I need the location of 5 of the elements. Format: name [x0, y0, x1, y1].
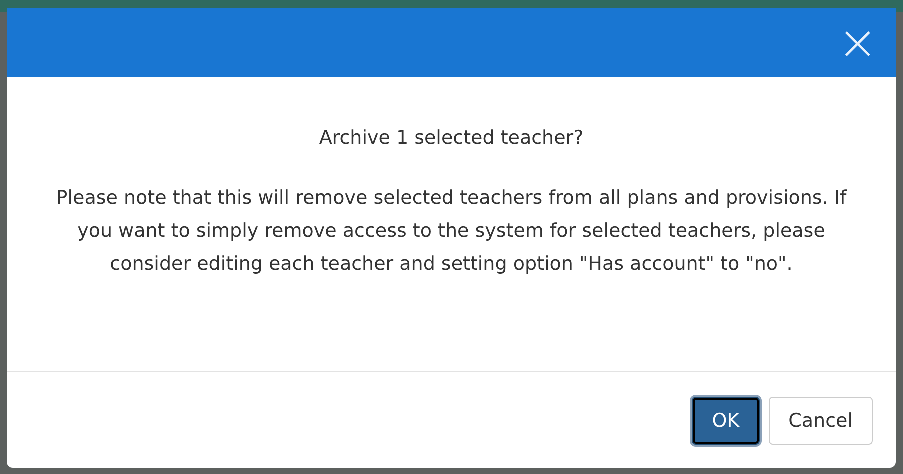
dialog-message: Please note that this will remove selected teachers from all plans and provisions. If you want to simply remove access to the system for selected teachers, please consider editing each teacher and setting option "Has account" to "no".	[55, 186, 848, 277]
dialog-question: Archive 1 selected teacher?	[319, 127, 584, 149]
ok-button[interactable]: OK	[692, 397, 760, 445]
cancel-button[interactable]: Cancel	[768, 397, 873, 445]
close-button[interactable]: ×	[834, 18, 882, 66]
